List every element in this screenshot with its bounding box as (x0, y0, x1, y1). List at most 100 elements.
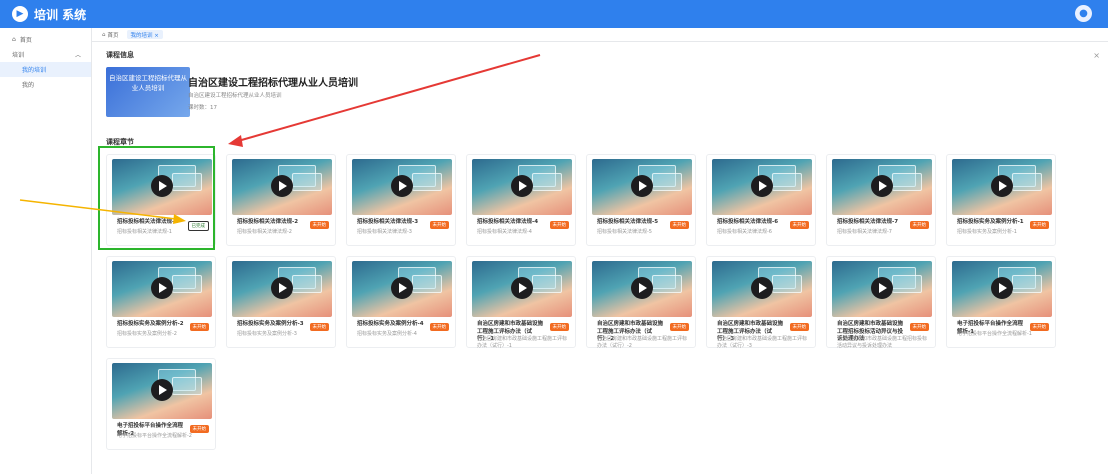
chapter-subtitle: 自治区房建和市政基础设施工程施工评标办法（试行）-1 (477, 336, 568, 349)
sidebar-item-my-training[interactable]: 我的培训 (0, 62, 91, 77)
chapter-subtitle: 招标投标实务及案例分析-4 (357, 331, 417, 337)
play-icon[interactable] (151, 379, 173, 401)
chapter-card[interactable]: 招标投标实务及案例分析-1 招标投标实务及案例分析-1 未开始 (946, 154, 1056, 246)
decor-panel (292, 275, 322, 293)
chapter-card[interactable]: 招标投标实务及案例分析-2 招标投标实务及案例分析-2 未开始 (106, 256, 216, 348)
sidebar: ⌂ 首页 培训 ︿ 我的培训 我的 (0, 28, 92, 474)
chapter-subtitle: 电子招投标平台操作全流程解析-1 (957, 331, 1032, 337)
close-icon[interactable]: × (1093, 51, 1100, 60)
chapter-subtitle: 自治区房建和市政基础设施工程施工评标办法（试行）-3 (717, 336, 808, 349)
chapter-card[interactable]: 招标投标实务及案例分析-3 招标投标实务及案例分析-3 未开始 (226, 256, 336, 348)
chapter-card[interactable]: 招标投标实务及案例分析-4 招标投标实务及案例分析-4 未开始 (346, 256, 456, 348)
chapter-card[interactable]: 招标投标相关法律法规-2 招标投标相关法律法规-2 未开始 (226, 154, 336, 246)
video-thumbnail[interactable] (832, 159, 932, 215)
play-icon[interactable] (751, 175, 773, 197)
course-cover: 自治区建设工程招标代理从业人员培训 (106, 67, 190, 117)
video-thumbnail[interactable] (352, 261, 452, 317)
course-title: 自治区建设工程招标代理从业人员培训 (188, 78, 358, 89)
decor-panel (532, 173, 562, 191)
video-thumbnail[interactable] (712, 261, 812, 317)
chapter-title: 招标投标相关法律法规-3 (357, 219, 419, 225)
tab-my-training[interactable]: 我的培训 × (126, 30, 163, 39)
chapter-card[interactable]: 自治区房建和市政基础设施工程招标投标活动异议与投诉处理办法 自治区房建和市政基础设… (826, 256, 936, 349)
course-description: 自治区建设工程招标代理从业人员培训 (188, 93, 282, 99)
play-icon[interactable] (391, 277, 413, 299)
video-thumbnail[interactable] (232, 261, 332, 317)
user-menu[interactable]: ● (1075, 5, 1098, 22)
status-badge: 未开始 (1029, 221, 1049, 229)
avatar-icon: ● (1075, 5, 1092, 22)
app-logo[interactable]: ▶ 培训 系统 (12, 6, 86, 23)
tab-home[interactable]: ⌂ 首页 (98, 30, 123, 39)
play-icon[interactable] (991, 277, 1013, 299)
video-thumbnail[interactable] (592, 159, 692, 215)
status-badge: 未开始 (429, 323, 449, 331)
tabs-bar: ⌂ 首页 我的培训 × (92, 28, 1108, 42)
top-bar: ▶ 培训 系统 ● (0, 0, 1108, 28)
chapter-card[interactable]: 招标投标相关法律法规-7 招标投标相关法律法规-7 未开始 (826, 154, 936, 246)
chapter-subtitle: 招标投标相关法律法规-3 (357, 229, 412, 235)
decor-panel (292, 173, 322, 191)
video-thumbnail[interactable] (352, 159, 452, 215)
status-badge: 未开始 (189, 323, 209, 331)
video-thumbnail[interactable] (112, 363, 212, 419)
chapter-card[interactable]: 自治区房建和市政基础设施工程施工评标办法（试行）-3 自治区房建和市政基础设施工程… (706, 256, 816, 349)
video-thumbnail[interactable] (232, 159, 332, 215)
chapter-subtitle: 自治区房建和市政基础设施工程招标投标活动异议与投诉处理办法 (837, 336, 928, 349)
section-course-info: 课程信息 (106, 51, 134, 59)
decor-panel (412, 275, 442, 293)
status-badge: 未开始 (309, 323, 329, 331)
video-thumbnail[interactable] (472, 159, 572, 215)
video-thumbnail[interactable] (112, 261, 212, 317)
play-icon[interactable] (991, 175, 1013, 197)
play-icon[interactable] (871, 277, 893, 299)
app-title: 培训 系统 (34, 7, 87, 22)
decor-panel (172, 275, 202, 293)
main-content: × 课程信息 自治区建设工程招标代理从业人员培训 自治区建设工程招标代理从业人员… (92, 42, 1108, 474)
video-thumbnail[interactable] (712, 159, 812, 215)
chapter-card[interactable]: 招标投标相关法律法规-5 招标投标相关法律法规-5 未开始 (586, 154, 696, 246)
play-icon[interactable] (751, 277, 773, 299)
decor-panel (892, 275, 922, 293)
play-icon[interactable] (151, 277, 173, 299)
play-icon[interactable] (631, 175, 653, 197)
decor-panel (532, 275, 562, 293)
chapter-card[interactable]: 招标投标相关法律法规-6 招标投标相关法律法规-6 未开始 (706, 154, 816, 246)
play-icon[interactable] (271, 175, 293, 197)
decor-panel (652, 275, 682, 293)
chapter-card[interactable]: 电子招投标平台操作全流程解析-1 电子招投标平台操作全流程解析-1 未开始 (946, 256, 1056, 348)
play-icon[interactable] (511, 277, 533, 299)
tab-label: 首页 (107, 32, 119, 39)
chapter-subtitle: 招标投标实务及案例分析-3 (237, 331, 297, 337)
sidebar-item-label: 首页 (19, 37, 32, 44)
play-icon[interactable] (271, 277, 293, 299)
status-badge: 未开始 (549, 323, 569, 331)
chapter-card[interactable]: 自治区房建和市政基础设施工程施工评标办法（试行）-2 自治区房建和市政基础设施工程… (586, 256, 696, 349)
chapter-subtitle: 电子招投标平台操作全流程解析-2 (117, 433, 192, 439)
video-thumbnail[interactable] (472, 261, 572, 317)
chapter-title: 招标投标实务及案例分析-2 (117, 321, 184, 327)
sidebar-item-home[interactable]: ⌂ 首页 (0, 32, 91, 47)
status-badge: 未开始 (669, 323, 689, 331)
sidebar-group-training[interactable]: 培训 ︿ (0, 47, 91, 62)
sidebar-item-mine[interactable]: 我的 (0, 77, 91, 92)
sidebar-item-label: 培训 (12, 52, 25, 59)
chevron-up-icon: ︿ (74, 52, 81, 59)
video-thumbnail[interactable] (832, 261, 932, 317)
decor-panel (1012, 275, 1042, 293)
chapter-card[interactable]: 招标投标相关法律法规-4 招标投标相关法律法规-4 未开始 (466, 154, 576, 246)
status-badge: 未开始 (789, 221, 809, 229)
decor-panel (652, 173, 682, 191)
chapter-card[interactable]: 招标投标相关法律法规-3 招标投标相关法律法规-3 未开始 (346, 154, 456, 246)
chapter-card[interactable]: 自治区房建和市政基础设施工程施工评标办法（试行）-1 自治区房建和市政基础设施工程… (466, 256, 576, 349)
play-icon[interactable] (871, 175, 893, 197)
chapter-card[interactable]: 电子招投标平台操作全流程解析-2 电子招投标平台操作全流程解析-2 未开始 (106, 358, 216, 450)
play-icon[interactable] (391, 175, 413, 197)
chapter-subtitle: 招标投标实务及案例分析-2 (117, 331, 177, 337)
video-thumbnail[interactable] (952, 159, 1052, 215)
video-thumbnail[interactable] (592, 261, 692, 317)
video-thumbnail[interactable] (952, 261, 1052, 317)
chapter-subtitle: 自治区房建和市政基础设施工程施工评标办法（试行）-2 (597, 336, 688, 349)
play-icon[interactable] (511, 175, 533, 197)
play-icon[interactable] (631, 277, 653, 299)
